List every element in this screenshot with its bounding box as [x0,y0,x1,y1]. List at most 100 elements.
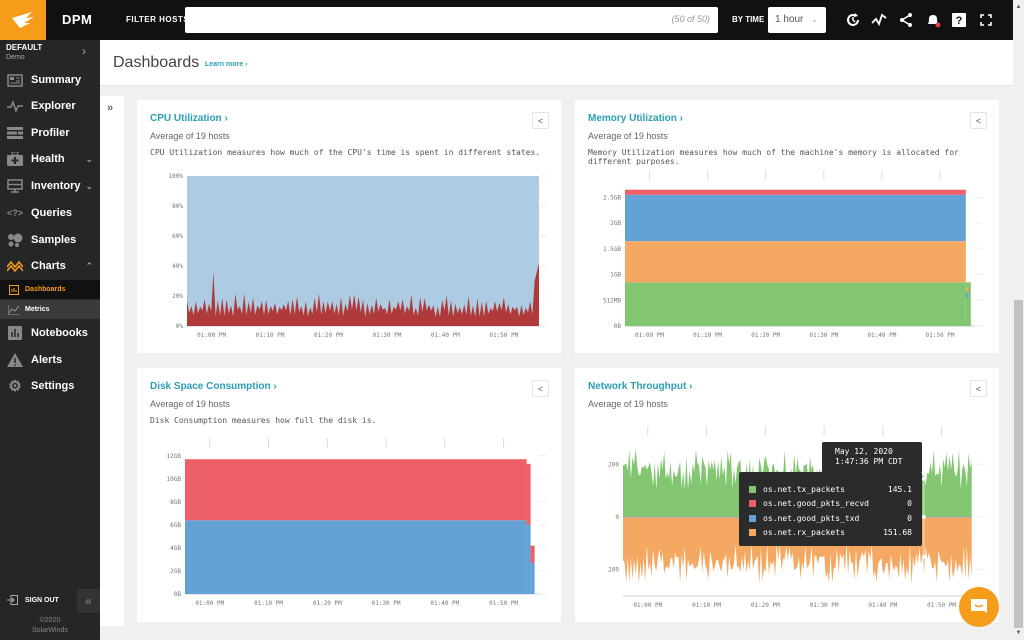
share-icon[interactable] [897,11,915,29]
card-title[interactable]: CPU Utilization › [150,113,228,124]
tooltip-row: os.net.rx_packets 151.68 [749,525,912,539]
memory-series-green [625,282,966,326]
x-tick-label: 01:50 PM [926,332,955,339]
share-icon: < [975,383,982,394]
cpu-chart[interactable]: 01:00 PM 01:10 PM 01:20 PM 01:30 PM 01:40 PM… [137,170,561,350]
legend-swatch [749,499,756,507]
notebooks-icon [6,326,24,340]
share-button[interactable]: < [532,380,549,397]
card-title[interactable]: Network Throughput › [588,381,692,392]
sidebar-subitem-label: Metrics [25,306,50,313]
sidebar-item-settings[interactable]: ⚙ Settings [0,373,100,399]
sidebar-item-notebooks[interactable]: Notebooks [0,320,100,346]
y-tick-label: 100% [169,173,184,180]
sidebar-item-queries[interactable]: <?> Queries [0,200,100,226]
org-name[interactable]: DEFAULT [6,43,42,52]
x-tick-label: 01:00 PM [633,602,662,609]
sign-out-button[interactable]: SIGN OUT [7,595,59,605]
help-icon[interactable]: ? [950,11,968,29]
tooltip-row: os.net.tx_packets 145.1 [749,482,912,496]
sidebar-item-label: Profiler [31,127,70,139]
sign-out-label: SIGN OUT [25,596,59,604]
y-tick-label: 2.5GB [603,194,621,201]
sidebar-item-label: Inventory [31,180,81,192]
sidebar-subitem-dashboards[interactable]: Dashboards [0,280,100,299]
solarwinds-logo[interactable] [0,0,46,40]
bell-icon[interactable] [924,11,942,29]
disk-tail [530,545,535,563]
disk-used-area [185,520,527,594]
x-tick-label: 01:20 PM [314,332,343,339]
share-icon: < [537,383,544,394]
refresh-icon[interactable] [844,11,862,29]
inventory-icon [6,179,24,193]
memory-series-blue [625,194,966,242]
alerts-icon [6,353,24,367]
chevron-up-icon: ⌃ [85,260,93,271]
sign-out-icon [7,595,18,605]
sidebar-item-samples[interactable]: Samples [0,227,100,253]
disk-chart[interactable]: 01:00 PM 01:10 PM 01:20 PM 01:30 PM 01:40 PM… [137,438,561,618]
learn-more-link[interactable]: Learn more › [205,61,247,68]
series-name: os.net.tx_packets [763,484,845,494]
scrollbar-thumb[interactable] [1014,300,1023,628]
x-tick-label: 01:40 PM [430,600,459,607]
tooltip-time: 1:47:36 PM CDT [835,457,903,466]
copyright: ©2020 SolarWinds [0,616,100,636]
sidebar-item-alerts[interactable]: Alerts [0,347,100,373]
sidebar-item-charts[interactable]: Charts ⌃ [0,253,100,279]
chevron-right-icon[interactable]: › [82,44,86,58]
series-value: 0 [907,498,912,508]
time-range-select[interactable]: 1 hour ⌄ [768,7,826,33]
collapse-sidebar-button[interactable]: « [77,589,100,613]
x-tick-label: 01:50 PM [489,332,518,339]
y-tick-label: 0B [174,591,182,598]
y-tick-label: 4GB [170,545,181,552]
sidebar-item-explorer[interactable]: Explorer [0,93,100,119]
summary-icon [6,73,24,87]
sidebar-item-profiler[interactable]: Profiler [0,120,100,146]
top-bar: DPM FILTER HOSTS (50 of 50) BY TIME 1 ho… [0,0,1013,40]
x-tick-label: 01:00 PM [635,332,664,339]
x-tick-label: 01:30 PM [372,332,401,339]
series-value: 151.68 [883,527,912,537]
settings-icon: ⚙ [8,378,22,395]
queries-icon: <?> [6,208,23,218]
sidebar-item-label: Settings [31,380,75,392]
y-tick-label: 1.5GB [603,246,621,253]
chat-button[interactable] [959,587,999,627]
y-tick-label: 2GB [170,568,181,575]
y-tick-label: 200 [608,567,619,574]
sidebar-subitem-metrics[interactable]: Metrics [0,300,100,319]
card-description: Memory Utilization measures how much of … [588,148,959,166]
share-button[interactable]: < [970,112,987,129]
y-tick-label: 2GB [610,220,621,227]
card-subtitle: Average of 19 hosts [588,131,668,141]
disk-space-card: Disk Space Consumption › Average of 19 h… [137,368,561,622]
hover-point [921,555,926,560]
share-icon: < [537,115,544,126]
share-button[interactable]: < [970,380,987,397]
y-tick-label: 0% [176,323,184,330]
scroll-down-arrow[interactable]: ▼ [1014,630,1023,636]
memory-chart[interactable]: 01:00 PM 01:10 PM 01:20 PM 01:30 PM 01:40 PM… [575,170,999,350]
double-chevron-right-icon: » [107,102,114,114]
sidebar-item-summary[interactable]: Summary [0,67,100,93]
card-title[interactable]: Disk Space Consumption › [150,381,277,392]
sidebar-item-health[interactable]: Health ⌄ [0,146,100,172]
expand-panel[interactable]: » [100,96,124,626]
share-button[interactable]: < [532,112,549,129]
filter-hosts-input[interactable]: (50 of 50) [185,7,718,33]
profiler-icon [6,126,24,140]
memory-series-orange [625,241,966,283]
health-icon [6,152,24,166]
sidebar-item-label: Queries [31,207,72,219]
metrics-icon [8,304,20,315]
scroll-up-arrow[interactable]: ▲ [1014,4,1023,10]
fullscreen-icon[interactable] [977,11,995,29]
pulse-icon[interactable] [870,11,888,29]
y-tick-label: 80% [172,203,183,210]
sidebar-item-inventory[interactable]: Inventory ⌄ [0,173,100,199]
card-title[interactable]: Memory Utilization › [588,113,683,124]
series-name: os.net.good_pkts_recvd [763,498,869,508]
